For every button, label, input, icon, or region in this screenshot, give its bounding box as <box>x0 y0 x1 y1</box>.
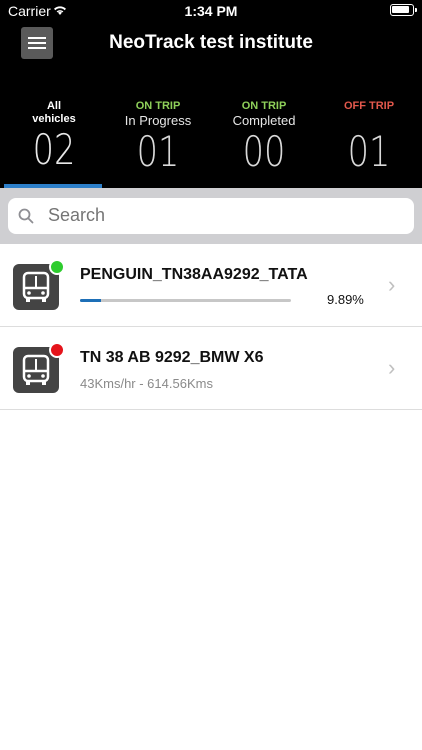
tab-all-vehicles[interactable]: All vehicles 02 <box>2 92 106 188</box>
tab-count: 00 <box>242 127 286 176</box>
chevron-right-icon: › <box>388 272 396 297</box>
search-icon <box>18 208 34 224</box>
tab-label: All <box>46 100 62 112</box>
trip-progress-fill <box>80 299 101 302</box>
tab-count: 01 <box>347 127 391 176</box>
vehicle-row[interactable]: PENGUIN_TN38AA9292_TATA 9.89% › <box>0 244 422 327</box>
search-bar-container <box>0 188 422 244</box>
tab-sublabel: Completed <box>232 113 296 128</box>
tab-off-trip[interactable]: OFF TRIP 01 <box>317 92 421 188</box>
tab-count: 01 <box>136 127 180 176</box>
tab-sublabel: In Progress <box>124 113 192 128</box>
search-input[interactable] <box>46 204 390 227</box>
bus-icon <box>13 342 65 393</box>
trip-progress-bar <box>80 299 291 302</box>
tab-label: OFF TRIP <box>343 100 395 112</box>
tab-in-progress[interactable]: ON TRIP In Progress 01 <box>106 92 210 188</box>
status-time: 1:34 PM <box>184 3 238 19</box>
tab-completed[interactable]: ON TRIP Completed 00 <box>212 92 316 188</box>
offline-status-dot <box>49 342 65 358</box>
vehicle-name: TN 38 AB 9292_BMW X6 <box>80 349 264 366</box>
app-header: Carrier 1:34 PM NeoTrack test institute … <box>0 0 422 188</box>
vehicle-name: PENGUIN_TN38AA9292_TATA <box>80 266 308 283</box>
tab-label: ON TRIP <box>135 100 181 112</box>
vehicle-list: PENGUIN_TN38AA9292_TATA 9.89% › TN 38 AB… <box>0 244 422 410</box>
tab-sublabel <box>317 113 421 128</box>
search-bar[interactable] <box>8 198 414 234</box>
battery-icon <box>390 4 417 16</box>
bus-icon <box>13 259 65 310</box>
page-title: NeoTrack test institute <box>109 32 313 53</box>
tab-label: ON TRIP <box>241 100 287 112</box>
online-status-dot <box>49 259 65 275</box>
chevron-right-icon: › <box>388 355 396 380</box>
vehicle-speed-distance: 43Kms/hr - 614.56Kms <box>80 376 213 391</box>
tab-count: 02 <box>32 125 76 174</box>
trip-progress-percent: 9.89% <box>327 292 364 307</box>
trip-tabs: All vehicles 02 ON TRIP In Progress 01 O… <box>0 92 422 188</box>
vehicle-row[interactable]: TN 38 AB 9292_BMW X6 43Kms/hr - 614.56Km… <box>0 327 422 410</box>
status-bar: Carrier 1:34 PM <box>0 0 422 22</box>
